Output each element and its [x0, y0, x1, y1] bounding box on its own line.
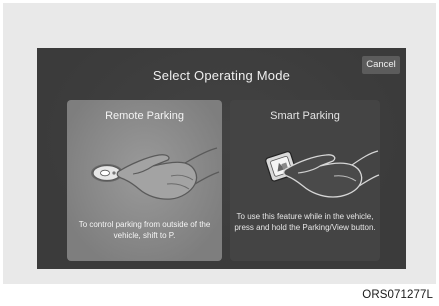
display-screen: Select Operating Mode Cancel Remote Park…	[37, 48, 406, 269]
illustration-frame: Select Operating Mode Cancel Remote Park…	[3, 3, 436, 284]
parking-button-hand-icon	[230, 126, 380, 208]
dialog-title: Select Operating Mode	[152, 68, 291, 83]
remote-key-hand-icon	[67, 126, 222, 208]
figure-code: ORS071277L	[362, 289, 433, 301]
smart-parking-description: To use this feature while in the vehicle…	[234, 212, 376, 232]
remote-parking-description: To control parking from outside of the v…	[78, 220, 211, 240]
remote-parking-option[interactable]: Remote Parking To control parking from o…	[67, 100, 222, 261]
smart-parking-label: Smart Parking	[270, 110, 340, 122]
remote-parking-label: Remote Parking	[105, 110, 184, 122]
cancel-button[interactable]: Cancel	[362, 56, 400, 74]
smart-parking-option[interactable]: Smart Parking To use this feature while …	[230, 100, 380, 261]
